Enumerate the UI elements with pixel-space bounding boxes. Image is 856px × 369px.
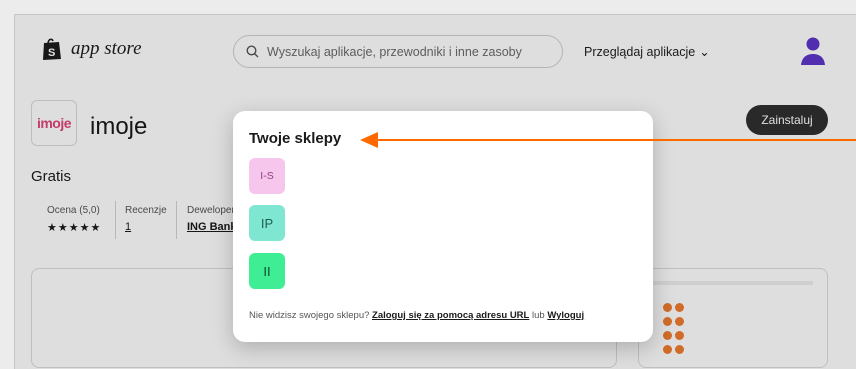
logout-link[interactable]: Wyloguj [547,310,584,321]
store-tile-ip[interactable]: IP [249,205,285,241]
footer-text: Nie widzisz swojego sklepu? [249,310,370,321]
modal-title: Twoje sklepy [249,130,342,147]
footer-or-text: lub [531,310,545,321]
annotation-arrow [360,132,856,148]
store-tile-i-s[interactable]: I-S [249,158,285,194]
modal-footer: Nie widzisz swojego sklepu? Zaloguj się … [249,310,584,321]
login-by-url-link[interactable]: Zaloguj się za pomocą adresu URL [372,310,529,321]
store-tile-ii[interactable]: II [249,253,285,289]
